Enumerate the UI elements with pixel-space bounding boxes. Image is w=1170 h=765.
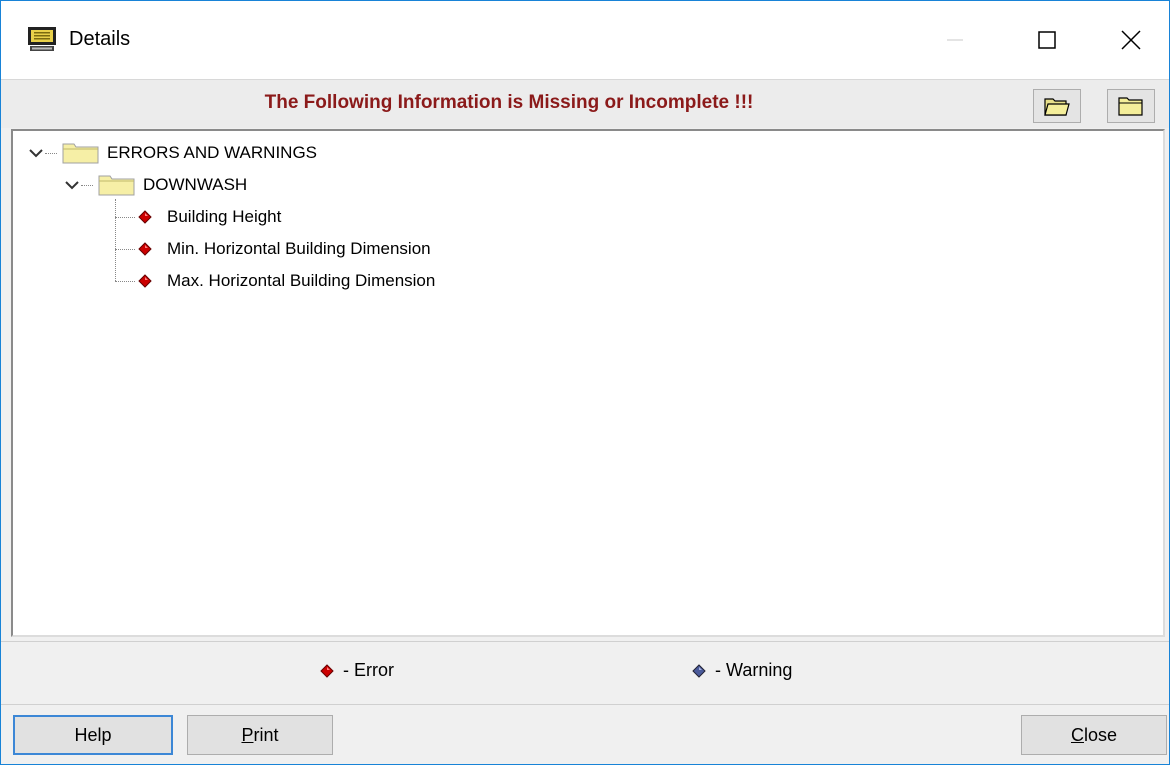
close-button-label: lose (1083, 724, 1118, 745)
legend-error-label: - Error (343, 660, 394, 680)
tree-item-building-height[interactable]: Building Height (137, 204, 281, 230)
close-window-button[interactable] (1093, 1, 1169, 79)
button-bar: Help Print Close (1, 704, 1169, 765)
maximize-button[interactable] (1001, 1, 1093, 79)
close-button[interactable]: Close (1021, 715, 1167, 755)
error-diamond-icon (138, 274, 152, 288)
tree-item-max-horizontal-dimension[interactable]: Max. Horizontal Building Dimension (137, 268, 435, 294)
legend-error: - Error (319, 660, 394, 681)
tree-item-label: Building Height (167, 207, 282, 226)
tree-item-min-horizontal-dimension[interactable]: Min. Horizontal Building Dimension (137, 236, 431, 262)
collapse-all-button[interactable] (1107, 89, 1155, 123)
tree-item-label: Max. Horizontal Building Dimension (167, 271, 436, 290)
tree-node-downwash[interactable]: DOWNWASH (63, 172, 247, 198)
close-icon (1121, 30, 1141, 50)
tree-node-label: DOWNWASH (143, 175, 248, 194)
open-folder-icon (1044, 98, 1070, 116)
title-bar[interactable]: Details (1, 1, 1169, 79)
print-accelerator: P (241, 724, 254, 745)
missing-info-message: The Following Information is Missing or … (264, 92, 754, 113)
tree-connector (115, 217, 135, 218)
maximize-icon (1038, 31, 1056, 49)
expand-all-button[interactable] (1033, 89, 1081, 123)
print-button-label: rint (253, 724, 279, 745)
error-tree-view[interactable]: ERRORS AND WARNINGS DOWNWASH Building He… (11, 129, 1165, 637)
help-button-label: Help (74, 724, 112, 745)
error-diamond-icon (138, 242, 152, 256)
help-button[interactable]: Help (13, 715, 173, 755)
close-accelerator: C (1070, 724, 1084, 745)
tree-connector (115, 281, 135, 282)
warning-diamond-icon (692, 663, 706, 678)
tree-node-label: ERRORS AND WARNINGS (107, 143, 318, 162)
legend-warning: - Warning (691, 660, 792, 681)
minimize-button[interactable] (909, 1, 1001, 79)
window-title: Details (69, 28, 131, 50)
error-diamond-icon (138, 210, 152, 224)
minimize-icon (947, 39, 963, 41)
print-button[interactable]: Print (187, 715, 333, 755)
error-diamond-icon (320, 663, 334, 678)
message-header: The Following Information is Missing or … (1, 79, 1169, 128)
folder-icon (62, 143, 99, 164)
tree-connector (115, 199, 116, 281)
tree-node-root[interactable]: ERRORS AND WARNINGS (27, 140, 317, 166)
legend: - Error - Warning (1, 641, 1169, 704)
monitor-icon (28, 27, 56, 51)
details-window: Details The Following Information is Mis… (0, 0, 1170, 765)
folder-icon (98, 175, 135, 196)
chevron-down-icon[interactable] (63, 178, 81, 192)
tree-item-label: Min. Horizontal Building Dimension (167, 239, 431, 258)
closed-folder-icon (1118, 97, 1143, 116)
chevron-down-icon[interactable] (27, 146, 45, 160)
tree-connector (115, 249, 135, 250)
legend-warning-label: - Warning (715, 660, 793, 680)
